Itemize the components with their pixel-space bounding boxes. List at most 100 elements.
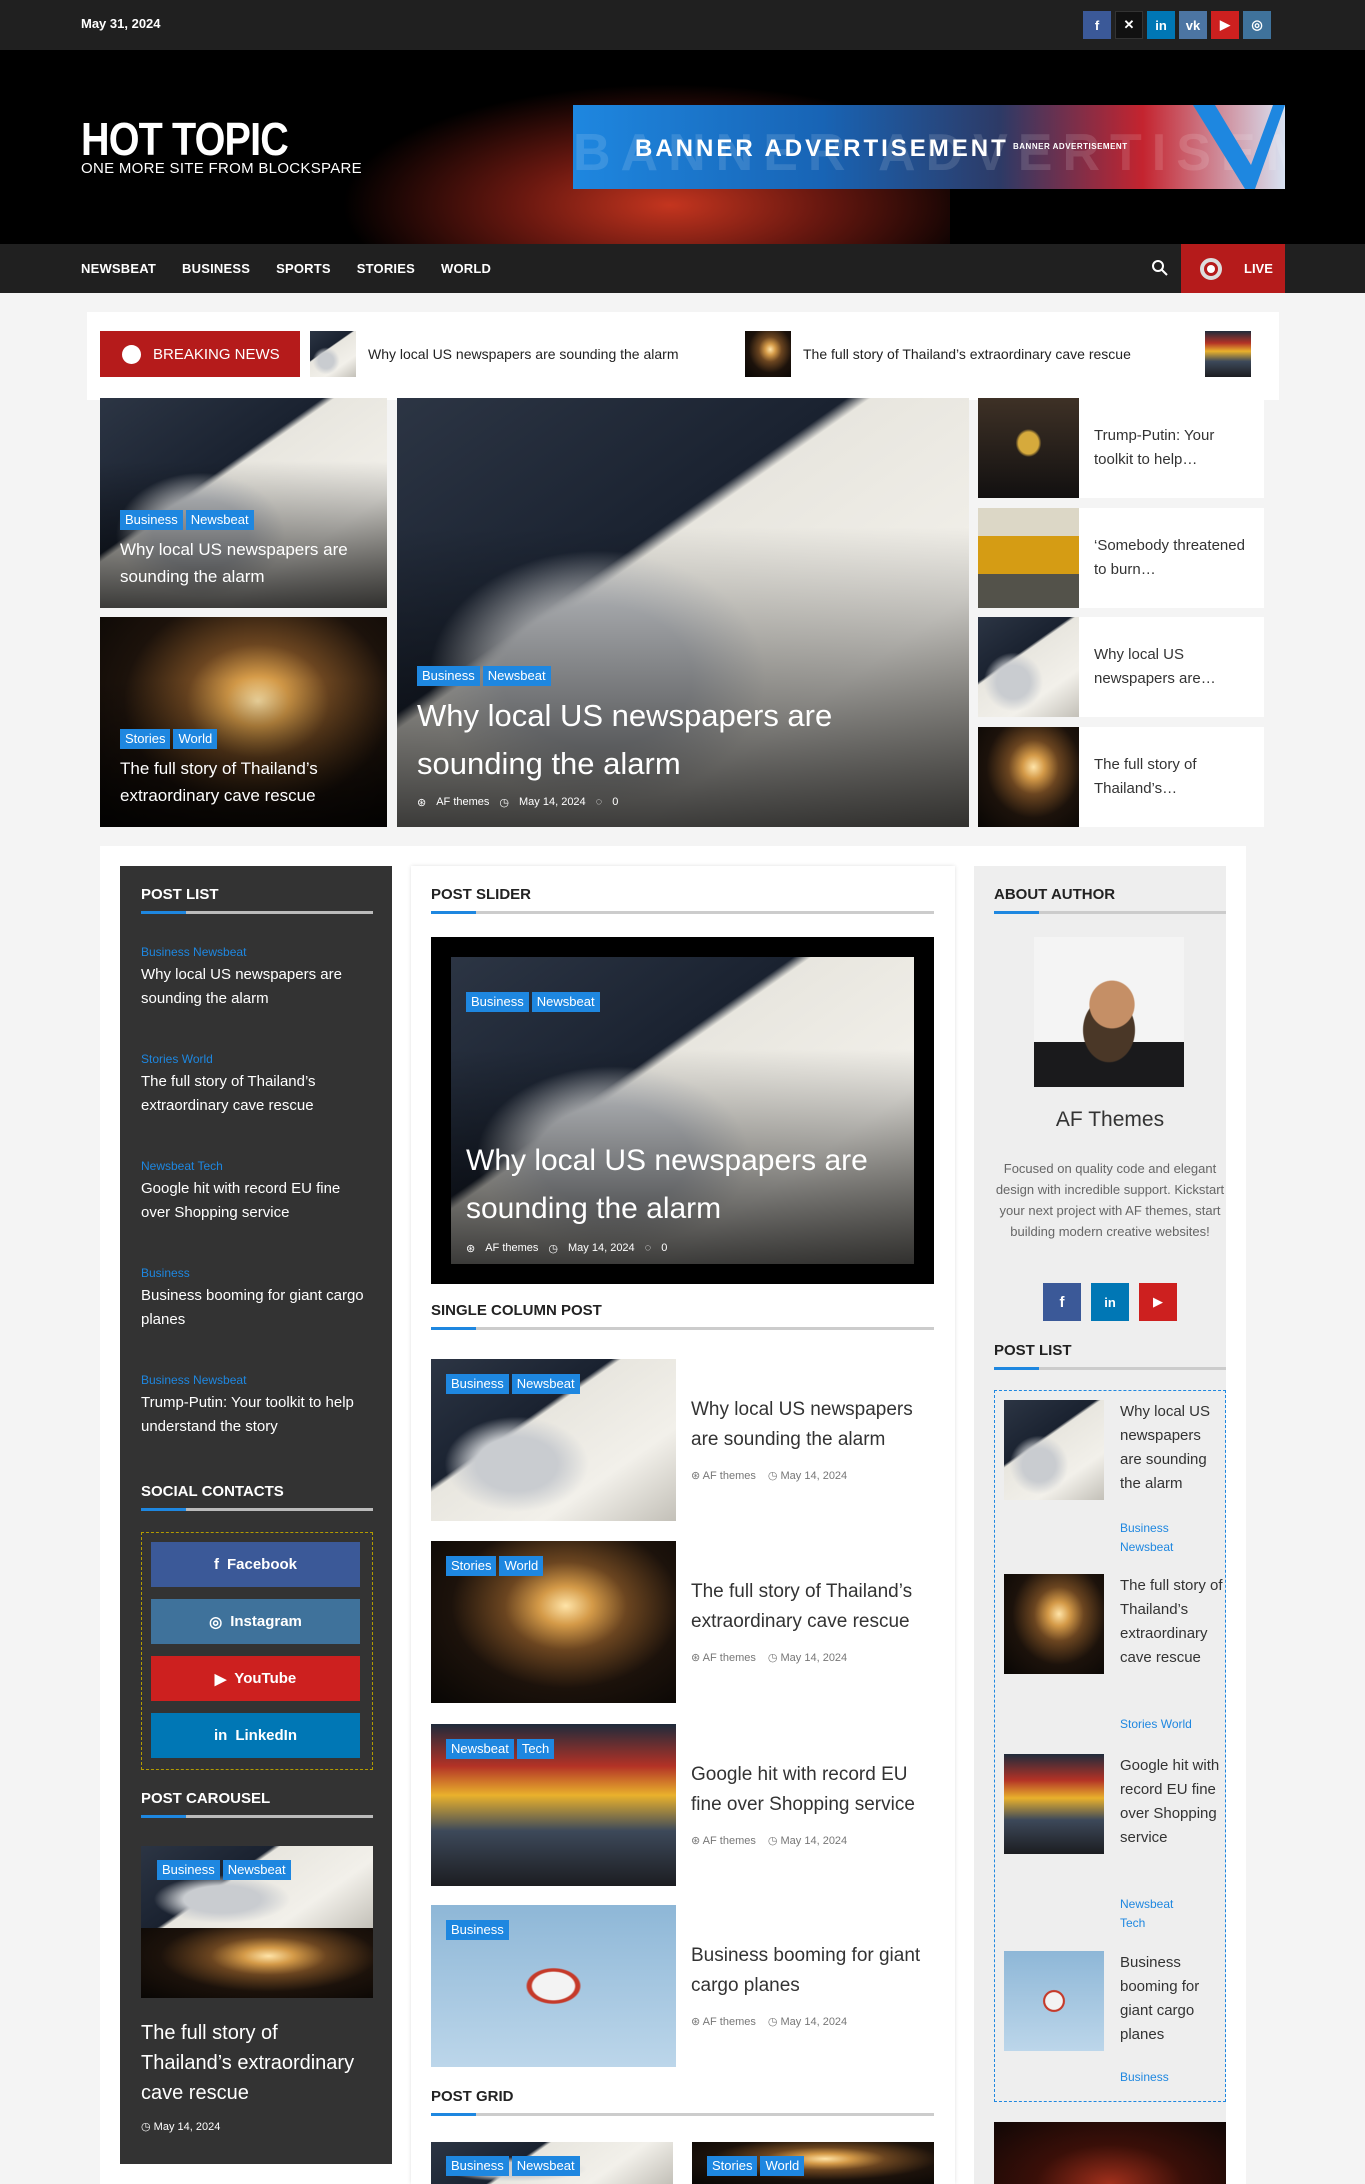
category-tag[interactable]: Tech	[516, 1739, 555, 1759]
hero-side-card[interactable]: Why local US newspapers are…	[978, 617, 1264, 717]
category-link[interactable]: Tech	[198, 1159, 223, 1173]
post-title[interactable]: Google hit with record EU fine over Shop…	[691, 1760, 934, 1820]
vk-icon[interactable]: vk	[1179, 11, 1207, 39]
youtube-icon[interactable]: ▶	[1139, 1283, 1177, 1321]
breaking-item[interactable]: Why local US newspapers are sounding the…	[310, 331, 679, 377]
category-tag[interactable]: Stories	[707, 2156, 758, 2176]
single-column-post[interactable]: Stories World The full story of Thailand’…	[431, 1541, 934, 1703]
facebook-button[interactable]: f Facebook	[151, 1542, 360, 1587]
instagram-icon[interactable]: ◎	[1243, 11, 1271, 39]
nav-item-business[interactable]: BUSINESS	[182, 261, 250, 276]
author-name[interactable]: AF themes	[485, 1242, 538, 1255]
category-tag[interactable]: Newsbeat	[482, 666, 551, 686]
post-title[interactable]: Trump-Putin: Your toolkit to help unders…	[141, 1391, 373, 1439]
hero-title[interactable]: Why local US newspapers are sounding the…	[120, 536, 367, 590]
category-tag[interactable]: Business	[446, 1920, 509, 1940]
list-item[interactable]: Business Newsbeat Why local US newspapers…	[141, 945, 373, 1011]
category-link[interactable]: World	[182, 1052, 213, 1066]
category-link[interactable]: Business	[141, 1373, 190, 1387]
category-tag[interactable]: Business	[446, 2156, 509, 2176]
comment-count[interactable]: 0	[612, 796, 618, 809]
category-link[interactable]: Stories	[141, 1052, 178, 1066]
category-tag[interactable]: Newsbeat	[222, 1860, 291, 1880]
carousel-image[interactable]	[141, 1846, 373, 1928]
category-tag[interactable]: Newsbeat	[446, 1739, 514, 1759]
side-title[interactable]: Why local US newspapers are…	[1079, 643, 1264, 691]
post-thumbnail[interactable]	[1004, 1951, 1104, 2051]
list-item[interactable]: Business Business booming for giant cargo…	[141, 1266, 373, 1332]
post-thumbnail[interactable]: Business	[431, 1905, 676, 2067]
list-item[interactable]: Stories World The full story of Thailand’…	[141, 1052, 373, 1118]
post-title[interactable]: Why local US newspapers are sounding the…	[141, 963, 373, 1011]
category-link[interactable]: Newsbeat	[193, 1373, 246, 1387]
category-link[interactable]: Newsbeat	[1120, 1538, 1224, 1557]
side-title[interactable]: ‘Somebody threatened to burn…	[1079, 534, 1264, 582]
category-tag[interactable]: Business	[446, 1374, 509, 1394]
author-name[interactable]: AF themes	[703, 1835, 756, 1847]
linkedin-icon[interactable]: in	[1147, 11, 1175, 39]
category-tag[interactable]: Business	[120, 510, 183, 530]
hero-main-card[interactable]: Business Newsbeat Why local US newspapers…	[397, 398, 969, 827]
category-link[interactable]: Newsbeat	[193, 945, 246, 959]
category-tag[interactable]: Stories	[446, 1556, 497, 1576]
list-item[interactable]: Newsbeat Tech Google hit with record EU f…	[141, 1159, 373, 1225]
facebook-icon[interactable]: f	[1043, 1283, 1081, 1321]
post-thumbnail[interactable]	[1004, 1574, 1104, 1674]
category-tag[interactable]: Business	[417, 666, 480, 686]
breaking-item[interactable]	[1205, 331, 1263, 377]
category-link[interactable]: Business	[141, 945, 190, 959]
category-tag[interactable]: Newsbeat	[531, 992, 600, 1012]
carousel-image[interactable]	[141, 1928, 373, 1998]
category-link[interactable]: World	[1161, 1717, 1192, 1731]
hero-main-title[interactable]: Why local US newspapers are sounding the…	[417, 692, 949, 788]
post-title[interactable]: Why local US newspapers are sounding the…	[691, 1395, 934, 1455]
breaking-item[interactable]: The full story of Thailand’s extraordina…	[745, 331, 1131, 377]
slider-title[interactable]: Why local US newspapers are sounding the…	[466, 1137, 906, 1233]
linkedin-button[interactable]: in LinkedIn	[151, 1713, 360, 1758]
post-slider[interactable]: Business Newsbeat Why local US newspapers…	[431, 937, 934, 1284]
list-item[interactable]: Business Newsbeat Trump-Putin: Your toolk…	[141, 1373, 373, 1439]
banner-advertisement[interactable]: BANNER ADVERTISEMENT BANNER ADVERTISEMEN…	[573, 105, 1285, 189]
nav-item-newsbeat[interactable]: NEWSBEAT	[81, 261, 156, 276]
hero-title[interactable]: The full story of Thailand’s extraordina…	[120, 755, 367, 809]
category-link[interactable]: Business	[1120, 1519, 1224, 1538]
carousel-title[interactable]: The full story of Thailand’s extraordina…	[141, 2018, 373, 2108]
post-title[interactable]: The full story of Thailand’s extraordina…	[1120, 1574, 1224, 1670]
single-column-post[interactable]: Business Newsbeat Why local US newspapers…	[431, 1359, 934, 1521]
nav-item-sports[interactable]: SPORTS	[276, 261, 331, 276]
post-thumbnail[interactable]	[1004, 1400, 1104, 1500]
post-title[interactable]: The full story of Thailand’s extraordina…	[691, 1577, 934, 1637]
sidebar-banner[interactable]	[994, 2122, 1226, 2184]
category-tag[interactable]: World	[173, 729, 218, 749]
grid-post[interactable]: Business Newsbeat	[431, 2142, 673, 2184]
category-tag[interactable]: Business	[157, 1860, 220, 1880]
author-name[interactable]: AF themes	[703, 1652, 756, 1664]
live-button[interactable]: LIVE	[1181, 244, 1285, 293]
author-name[interactable]: AF themes	[703, 2016, 756, 2028]
post-title[interactable]: The full story of Thailand’s extraordina…	[141, 1070, 373, 1118]
comment-count[interactable]: 0	[661, 1242, 667, 1255]
nav-item-stories[interactable]: STORIES	[357, 261, 415, 276]
category-tag[interactable]: World	[499, 1556, 544, 1576]
category-link[interactable]: Newsbeat	[141, 1159, 194, 1173]
post-title[interactable]: Why local US newspapers are sounding the…	[1120, 1400, 1224, 1496]
category-tag[interactable]: Newsbeat	[511, 2156, 580, 2176]
post-title[interactable]: Business booming for giant cargo planes	[1120, 1951, 1224, 2047]
hero-card[interactable]: Business Newsbeat Why local US newspapers…	[100, 398, 387, 608]
single-column-post[interactable]: Business Business booming for giant carg…	[431, 1905, 934, 2067]
author-name[interactable]: AF themes	[436, 796, 489, 809]
post-title[interactable]: Business booming for giant cargo planes	[691, 1941, 934, 2001]
site-title[interactable]: HOT TOPIC	[81, 112, 289, 166]
grid-post[interactable]: Stories World	[692, 2142, 934, 2184]
category-tag[interactable]: Newsbeat	[185, 510, 254, 530]
facebook-icon[interactable]: f	[1083, 11, 1111, 39]
category-tag[interactable]: World	[760, 2156, 805, 2176]
hero-card[interactable]: Stories World The full story of Thailand’…	[100, 617, 387, 827]
post-title[interactable]: Google hit with record EU fine over Shop…	[141, 1177, 373, 1225]
post-thumbnail[interactable]: Stories World	[431, 1541, 676, 1703]
hero-side-card[interactable]: Trump-Putin: Your toolkit to help…	[978, 398, 1264, 498]
x-icon[interactable]: ✕	[1115, 11, 1143, 39]
post-thumbnail[interactable]: Business Newsbeat	[431, 1359, 676, 1521]
youtube-button[interactable]: ▶ YouTube	[151, 1656, 360, 1701]
category-tag[interactable]: Business	[466, 992, 529, 1012]
